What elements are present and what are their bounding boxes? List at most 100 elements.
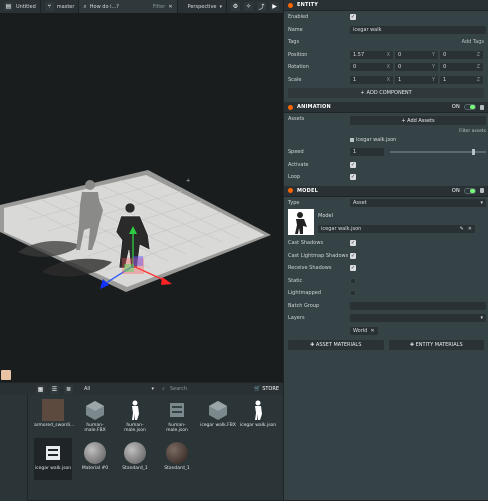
scene-viewport[interactable]: + ▤ Untitled ⑂ master ⌕ How do i...? Fil… — [0, 0, 283, 382]
activate-checkbox[interactable]: ✓ — [350, 161, 356, 168]
trash-icon[interactable] — [480, 188, 484, 193]
trash-icon[interactable] — [480, 104, 484, 110]
layer-tags-row: World ✕ — [284, 325, 488, 338]
animation-toggle[interactable] — [464, 104, 476, 110]
asset-materials-button[interactable]: ✚ ASSET MATERIALS — [288, 340, 384, 350]
scene-selector[interactable]: ▤ Untitled — [0, 0, 41, 13]
asset-tile-selected[interactable]: icegar walk.json — [34, 438, 72, 480]
static-row: Static — [284, 275, 488, 288]
batch-group-select[interactable] — [350, 301, 486, 310]
model-asset-name: icegar walk.json — [321, 226, 362, 232]
material-sphere — [84, 442, 106, 464]
loop-row: Loop ✓ — [284, 171, 488, 184]
layers-select[interactable]: ▾ — [350, 314, 486, 323]
static-checkbox[interactable] — [350, 277, 356, 284]
filter-assets-input[interactable]: Filter assets — [350, 129, 486, 134]
model-toggle[interactable] — [464, 187, 476, 194]
cast-shadows-row: Cast Shadows ✓ — [284, 237, 488, 250]
rotation-x-field[interactable]: 0X — [350, 63, 393, 72]
model-label: Model — [318, 213, 334, 219]
cast-lightmap-label: Cast Lightmap Shadows — [288, 252, 349, 259]
cast-shadows-checkbox[interactable]: ✓ — [350, 240, 356, 247]
asset-tile[interactable]: armored_swordi... — [34, 399, 74, 428]
material-sphere — [124, 442, 146, 464]
publish-icon[interactable]: ⤴ — [257, 2, 266, 11]
avatar[interactable] — [1, 370, 11, 380]
asset-tile[interactable]: human-male.FBX — [76, 399, 114, 433]
rotation-row: Rotation 0X 0Y 0Z — [284, 61, 488, 74]
asset-folder-tree[interactable] — [0, 395, 28, 501]
asset-tile[interactable]: Standard_1 — [158, 442, 196, 471]
position-y-field[interactable]: 0Y — [395, 50, 438, 59]
lightmapped-checkbox[interactable] — [350, 290, 356, 297]
speed-slider-handle[interactable] — [471, 149, 475, 156]
asset-tile[interactable]: human-male.json — [158, 399, 196, 433]
asset-tile[interactable]: human-male.json — [116, 399, 154, 433]
asset-tile[interactable]: icegar walk.FBX — [199, 399, 237, 428]
asset-search-input[interactable]: Search — [170, 386, 242, 392]
entity-materials-label: ENTITY MATERIALS — [415, 342, 463, 348]
asset-tile[interactable]: Material #0 — [76, 442, 114, 471]
branch-icon: ⑂ — [44, 2, 54, 11]
add-component-button[interactable]: + ADD COMPONENT — [288, 88, 484, 98]
position-label: Position — [288, 51, 308, 58]
asset-tile[interactable]: Standard_1 — [116, 442, 154, 471]
cast-lightmap-checkbox[interactable]: ✓ — [350, 252, 356, 259]
speed-value: 1 — [353, 149, 357, 156]
receive-shadows-checkbox[interactable]: ✓ — [350, 265, 356, 272]
scale-z-field[interactable]: 1Z — [440, 75, 483, 84]
add-tags-button[interactable]: Add Tags — [462, 39, 484, 45]
name-field[interactable]: icegar walk — [350, 25, 486, 34]
entity-materials-button[interactable]: ✚ ENTITY MATERIALS — [388, 340, 484, 350]
speed-field[interactable]: 1 — [350, 148, 384, 157]
asset-tile[interactable]: icegar walk.json — [239, 399, 277, 428]
layer-tag[interactable]: World ✕ — [350, 326, 378, 335]
loop-checkbox[interactable]: ✓ — [350, 174, 356, 181]
model-asset-field[interactable]: icegar walk.json ✎ ✕ — [318, 225, 475, 233]
help-search-input[interactable]: How do i...? — [90, 4, 119, 10]
list-view-icon[interactable]: ☰ — [50, 384, 59, 394]
cast-lightmap-row: Cast Lightmap Shadows ✓ — [284, 250, 488, 263]
rotation-z-field[interactable]: 0Z — [440, 63, 483, 72]
receive-shadows-label: Receive Shadows — [288, 265, 332, 272]
play-icon[interactable]: ▶ — [270, 2, 279, 11]
search-icon: ⌕ — [83, 2, 87, 10]
lightbulb-icon[interactable]: ✧ — [244, 2, 253, 11]
help-search[interactable]: ⌕ How do i...? Filter ✕ — [79, 0, 178, 13]
scale-y-field[interactable]: 1Y — [395, 75, 438, 84]
cube-icon — [207, 399, 229, 421]
enabled-row: Enabled ✓ — [284, 11, 488, 24]
scale-x-field[interactable]: 1X — [350, 75, 393, 84]
figure-icon — [124, 399, 146, 421]
store-button[interactable]: 🛒 STORE — [254, 386, 279, 392]
add-assets-button[interactable]: + Add Assets — [350, 116, 486, 125]
position-x-field[interactable]: 1.57 X — [350, 50, 393, 59]
branch-selector[interactable]: ⑂ master — [41, 0, 80, 13]
viewport-canvas[interactable]: + — [0, 0, 283, 382]
animation-asset-item[interactable]: icegar walk.json — [350, 137, 486, 143]
animation-asset-name: icegar walk.json — [356, 137, 397, 143]
type-select[interactable]: Asset ▾ — [350, 198, 486, 207]
details-view-icon[interactable]: ≣ — [64, 384, 73, 394]
camera-selector[interactable]: Perspective ▾ — [184, 0, 227, 13]
rotation-label: Rotation — [288, 64, 309, 71]
rotation-y-field[interactable]: 0Y — [395, 63, 438, 72]
add-component-row: + ADD COMPONENT — [284, 86, 488, 102]
name-value: icegar walk — [353, 26, 382, 33]
edit-icon[interactable]: ✎ — [460, 226, 464, 232]
asset-filter-select[interactable]: All ▾ — [81, 385, 157, 393]
grid-view-icon[interactable]: ▦ — [36, 384, 45, 394]
scene-icon: ▤ — [4, 2, 13, 11]
speed-slider[interactable] — [390, 149, 486, 156]
close-icon[interactable]: ✕ — [468, 226, 472, 232]
add-assets-label: + Add Assets — [401, 117, 435, 124]
close-icon[interactable]: ✕ — [370, 328, 374, 334]
close-icon[interactable]: ✕ — [168, 4, 172, 10]
model-title: MODEL — [297, 187, 318, 194]
position-z-field[interactable]: 0Z — [440, 50, 483, 59]
gear-icon[interactable]: ⚙ — [231, 2, 240, 11]
layers-label: Layers — [288, 315, 305, 322]
enabled-checkbox[interactable]: ✓ — [350, 14, 356, 21]
batch-group-label: Batch Group — [288, 302, 320, 309]
camera-name: Perspective — [187, 3, 217, 10]
